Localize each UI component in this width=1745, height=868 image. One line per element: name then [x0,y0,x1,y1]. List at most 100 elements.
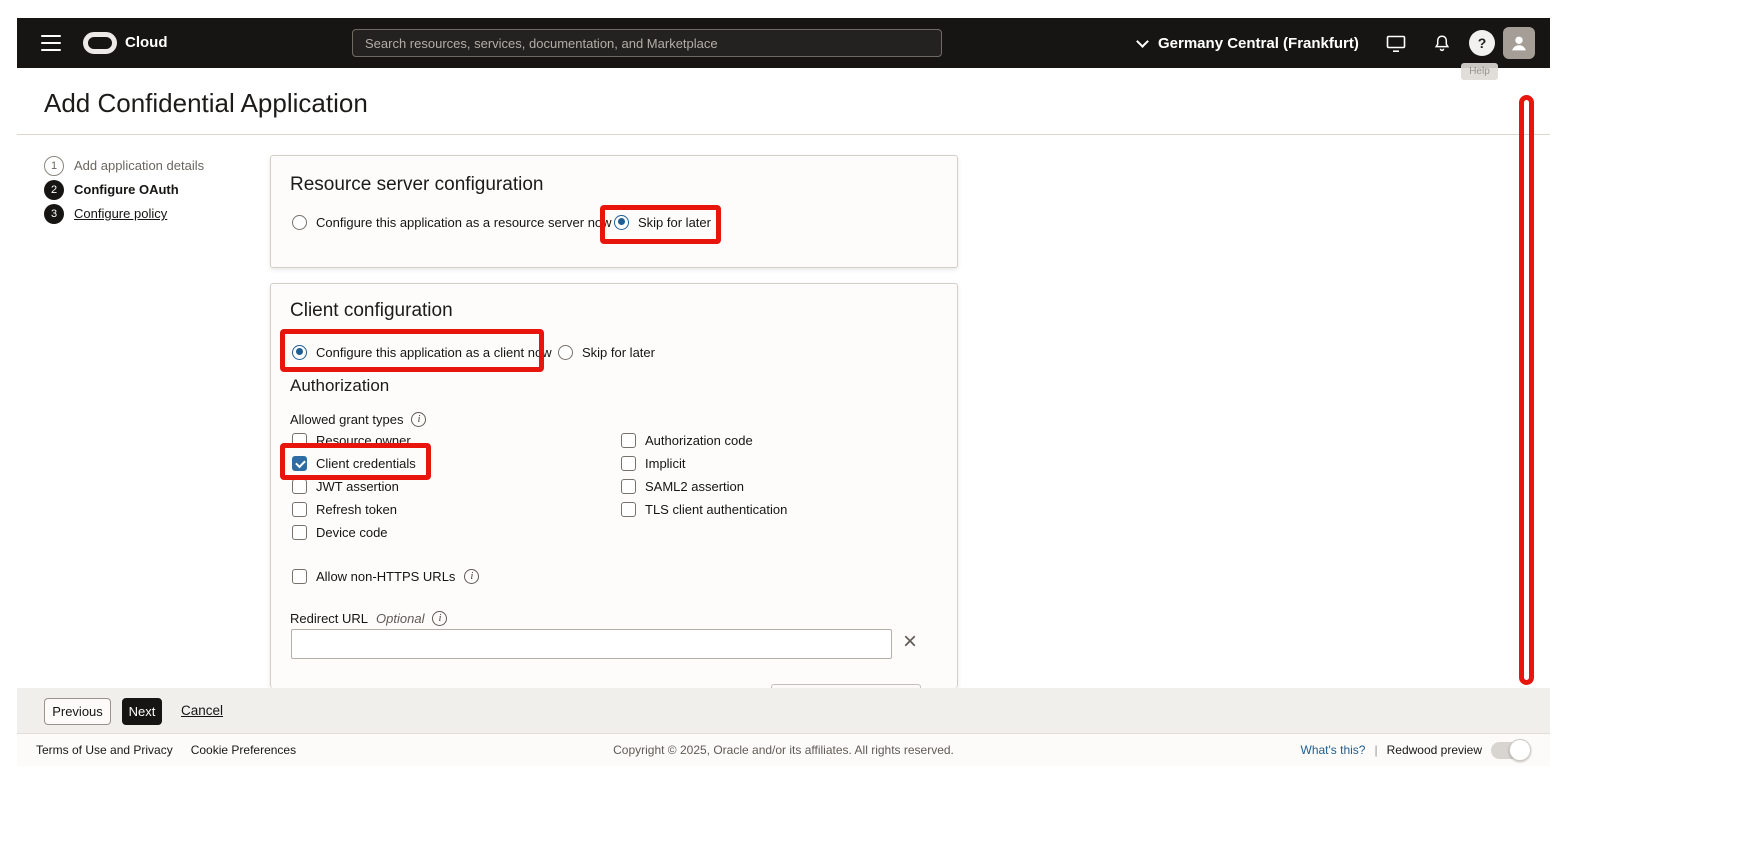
checkbox-option-resource-owner: Resource owner [292,432,411,448]
checkbox-label: SAML2 assertion [645,479,744,494]
info-icon[interactable] [432,611,447,626]
region-selector[interactable]: Germany Central (Frankfurt) [1138,18,1359,68]
help-tooltip: Help [1461,63,1498,80]
previous-button[interactable]: Previous [44,698,111,725]
checkbox-option-device-code: Device code [292,524,388,540]
oracle-cloud-logo-icon [83,32,117,54]
radio-resource-server-now[interactable] [292,215,307,230]
region-label: Germany Central (Frankfurt) [1158,35,1359,52]
redirect-url-input[interactable] [291,629,892,659]
redwood-preview-toggle[interactable] [1491,742,1529,759]
checkbox-option-client-credentials: Client credentials [292,455,416,471]
annotation-scrollbar [1519,95,1534,685]
step-number: 1 [44,156,64,176]
optional-qualifier: Optional [376,611,424,626]
next-button[interactable]: Next [122,698,162,725]
search-input[interactable] [353,36,941,51]
brand-label: Cloud [125,18,168,68]
radio-label: Skip for later [582,345,655,360]
redwood-preview-label: Redwood preview [1387,743,1482,757]
checkbox-allow-non-https-urls[interactable] [292,569,307,584]
step-label: Add application details [74,158,204,173]
radio-client-skip-for-later[interactable] [558,345,573,360]
checkbox-option-refresh-token: Refresh token [292,501,397,517]
authorization-heading: Authorization [290,376,389,396]
topbar: Cloud Germany Central (Frankfurt) [17,18,1550,68]
step-label: Configure policy [74,206,167,221]
redirect-url-label-row: Redirect URL Optional [290,610,447,626]
checkbox-label: Refresh token [316,502,397,517]
action-bar: Previous Next Cancel [17,688,1550,733]
wizard-step-configure-oauth[interactable]: 2 Configure OAuth [44,179,179,200]
radio-label: Configure this application as a resource… [316,215,612,230]
radio-client-now[interactable] [292,345,307,360]
radio-option-client-skip-for-later: Skip for later [558,344,655,360]
checkbox-resource-owner[interactable] [292,433,307,448]
panel-title: Resource server configuration [290,174,543,196]
checkbox-label: TLS client authentication [645,502,787,517]
footer-right: What's this? | Redwood preview [1301,734,1530,766]
radio-label: Configure this application as a client n… [316,345,552,360]
bell-icon [1432,34,1452,54]
step-label: Configure OAuth [74,182,179,197]
checkbox-saml2-assertion[interactable] [621,479,636,494]
toggle-knob [1509,739,1531,761]
separator: | [1374,743,1377,757]
chevron-down-icon [1136,35,1149,48]
wizard-step-add-application-details[interactable]: 1 Add application details [44,155,204,176]
checkbox-option-tls-client-authentication: TLS client authentication [621,501,787,517]
checkbox-device-code[interactable] [292,525,307,540]
checkbox-label: Authorization code [645,433,753,448]
checkbox-option-authorization-code: Authorization code [621,432,753,448]
terms-link[interactable]: Terms of Use and Privacy [36,743,173,757]
wizard-step-configure-policy[interactable]: 3 Configure policy [44,203,167,224]
console-icon[interactable] [1383,31,1409,57]
resource-server-panel: Resource server configuration Configure … [270,155,958,268]
footer: Terms of Use and Privacy Cookie Preferen… [17,733,1550,766]
header-divider [17,134,1550,135]
whats-this-link[interactable]: What's this? [1301,743,1366,757]
checkbox-label: Allow non-HTTPS URLs [316,569,455,584]
user-avatar[interactable] [1503,27,1535,59]
checkbox-option-jwt-assertion: JWT assertion [292,478,399,494]
checkbox-client-credentials[interactable] [292,456,307,471]
info-icon[interactable] [464,569,479,584]
radio-label: Skip for later [638,215,711,230]
checkbox-jwt-assertion[interactable] [292,479,307,494]
checkbox-refresh-token[interactable] [292,502,307,517]
checkbox-label: JWT assertion [316,479,399,494]
monitor-icon [1385,34,1407,54]
checkbox-label: Client credentials [316,456,416,471]
redirect-url-label: Redirect URL [290,611,368,626]
cancel-link[interactable]: Cancel [181,703,223,718]
info-icon[interactable] [411,412,426,427]
cookie-preferences-link[interactable]: Cookie Preferences [191,743,296,757]
checkbox-label: Implicit [645,456,685,471]
checkbox-authorization-code[interactable] [621,433,636,448]
checkbox-option-allow-non-https-urls: Allow non-HTTPS URLs [292,568,479,584]
clear-redirect-url-icon[interactable]: × [903,627,917,657]
checkbox-option-implicit: Implicit [621,455,685,471]
checkbox-tls-client-authentication[interactable] [621,502,636,517]
client-configuration-panel: Client configuration Configure this appl… [270,283,958,688]
person-icon [1508,32,1530,54]
radio-option-client-now: Configure this application as a client n… [292,344,552,360]
checkbox-label: Resource owner [316,433,411,448]
radio-resource-skip-for-later[interactable] [614,215,629,230]
checkbox-label: Device code [316,525,388,540]
step-number: 2 [44,180,64,200]
screenshot-canvas: Cloud Germany Central (Frankfurt) [0,0,1745,868]
menu-icon[interactable] [41,35,61,51]
radio-option-resource-skip-for-later: Skip for later [614,214,711,230]
step-number: 3 [44,204,64,224]
footer-links: Terms of Use and Privacy Cookie Preferen… [36,734,296,766]
global-search [352,29,942,57]
allowed-grant-types-row: Allowed grant types [290,411,426,427]
page-title: Add Confidential Application [44,88,368,119]
radio-option-resource-server-now: Configure this application as a resource… [292,214,612,230]
notifications-bell-icon[interactable] [1429,31,1455,57]
help-icon[interactable] [1469,30,1495,56]
checkbox-implicit[interactable] [621,456,636,471]
checkbox-option-saml2-assertion: SAML2 assertion [621,478,744,494]
allowed-grant-types-label: Allowed grant types [290,412,403,427]
